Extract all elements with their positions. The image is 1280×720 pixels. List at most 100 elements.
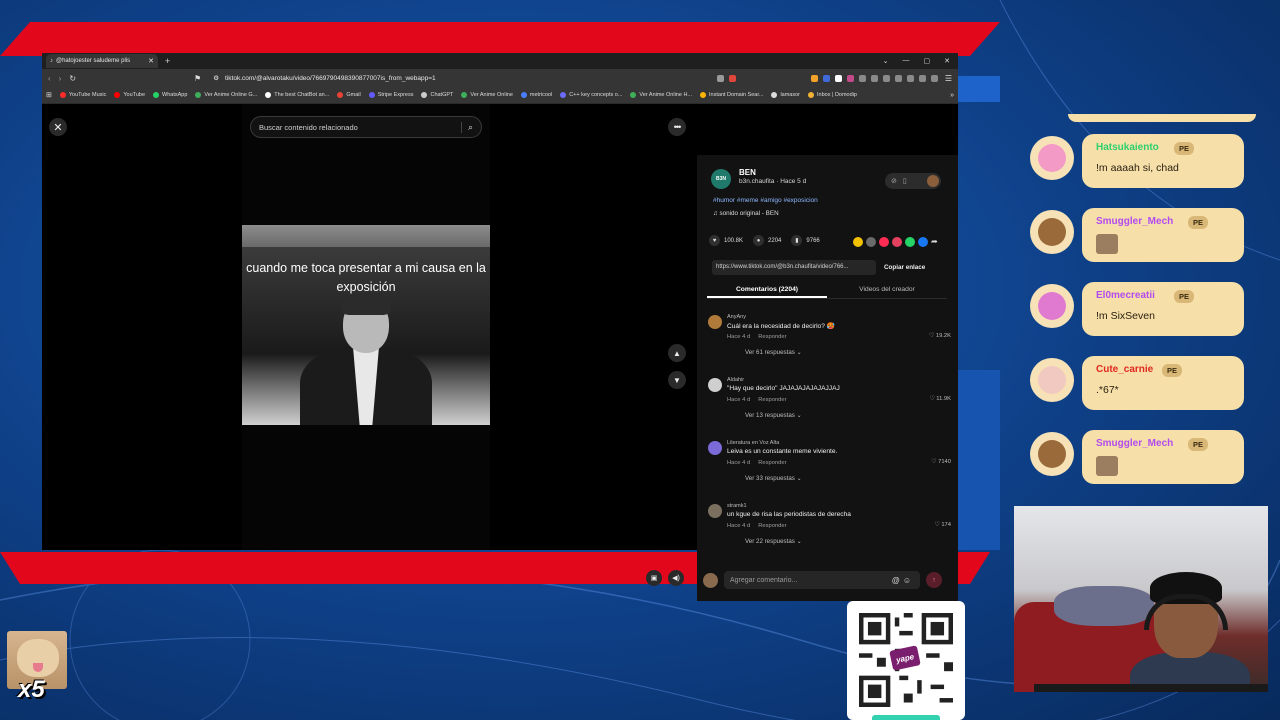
commenter-avatar[interactable] (708, 441, 722, 455)
bookmark-item[interactable]: YouTube (114, 92, 145, 98)
tab-comments[interactable]: Comentarios (2204) (707, 281, 827, 298)
reply-button[interactable]: Responder (758, 397, 786, 403)
bookmark-item[interactable]: lamasor (771, 92, 800, 98)
bookmark-item[interactable]: C++ key concepts o... (560, 92, 622, 98)
browser-tab[interactable]: ♪ @hatojoester saludeme plis ✕ (46, 54, 158, 68)
bookmark-item[interactable]: WhatsApp (153, 92, 187, 98)
send-icon[interactable] (879, 237, 889, 247)
commenter-name[interactable]: Literatura en Voz Alta (727, 440, 779, 446)
more-bookmarks-icon[interactable]: » (950, 92, 954, 99)
whatsapp-icon[interactable] (905, 237, 915, 247)
comment-like-button[interactable]: ♡ 19.2K (929, 333, 951, 339)
author-name[interactable]: BEN (739, 168, 756, 177)
mention-emoji-icon[interactable]: @☺ (892, 576, 914, 585)
extension-icon[interactable] (822, 74, 830, 82)
save-button[interactable]: ▮ 9766 (791, 235, 820, 246)
extension-icon[interactable] (810, 74, 818, 82)
tab-list-icon[interactable]: ⌄ (883, 57, 889, 65)
volume-button[interactable]: ◀) (668, 570, 684, 586)
view-replies-button[interactable]: Ver 13 respuestas ⌄ (745, 412, 802, 419)
url-field[interactable]: ⚙ tiktok.com/@alvarotaku/video/766979049… (213, 74, 435, 83)
comment-input[interactable]: Agregar comentario... @☺ (724, 571, 920, 589)
bookmark-item[interactable]: Instant Domain Sear... (700, 92, 763, 98)
comment-like-button[interactable]: ♡ 11.9K (929, 396, 951, 402)
like-button[interactable]: ♥ 100.8K (709, 235, 743, 246)
next-video-button[interactable]: ▼ (668, 371, 686, 389)
menu-icon[interactable]: ☰ (945, 74, 952, 83)
copy-link-button[interactable]: Copiar enlace (884, 264, 925, 271)
commenter-avatar[interactable] (708, 315, 722, 329)
extension-icon[interactable] (728, 74, 736, 82)
bookmark-item[interactable]: Ver Anime Online (461, 92, 513, 98)
bookmark-item[interactable]: Inbox | Domodip (808, 92, 857, 98)
apps-icon[interactable]: ⊞ (46, 91, 52, 99)
extension-icon[interactable] (930, 74, 938, 82)
extension-icon[interactable] (882, 74, 890, 82)
author-avatar[interactable]: B3N (711, 169, 731, 189)
forward-icon[interactable]: › (59, 74, 62, 83)
bookmark-item[interactable]: ChatGPT (421, 92, 453, 98)
maximize-icon[interactable]: ▢ (924, 57, 931, 65)
comment-button[interactable]: ● 2204 (753, 235, 781, 246)
extension-icon[interactable] (870, 74, 878, 82)
yape-qr-card: yape (847, 601, 965, 720)
close-tab-icon[interactable]: ✕ (148, 57, 154, 65)
block-icon[interactable]: ⊘ (891, 177, 897, 185)
extension-icon[interactable] (846, 74, 854, 82)
reload-icon[interactable]: ↻ (69, 74, 76, 83)
previous-video-button[interactable]: ▲ (668, 344, 686, 362)
commenter-name[interactable]: stramk1 (727, 503, 747, 509)
extension-icon[interactable] (918, 74, 926, 82)
close-video-button[interactable]: ✕ (49, 118, 67, 136)
post-comment-button[interactable]: ↑ (926, 572, 942, 588)
view-replies-button[interactable]: Ver 61 respuestas ⌄ (745, 349, 802, 356)
view-replies-button[interactable]: Ver 33 respuestas ⌄ (745, 475, 802, 482)
comment-like-button[interactable]: ♡ 7140 (931, 459, 951, 465)
share-friends-icon[interactable] (853, 237, 863, 247)
video-player[interactable]: cuando me toca presentar a mi causa en l… (242, 104, 490, 550)
commenter-avatar[interactable] (708, 504, 722, 518)
commenter-name[interactable]: AnyAny (727, 314, 746, 320)
instagram-icon[interactable] (892, 237, 902, 247)
extension-icon[interactable] (858, 74, 866, 82)
bookmark-item[interactable]: Ver Anime Online H... (630, 92, 692, 98)
follow-controls[interactable]: ⊘ ▯ (885, 173, 941, 189)
back-icon[interactable]: ‹ (48, 74, 51, 83)
hashtags[interactable]: #humor #meme #amigo #exposicion (713, 197, 818, 204)
tab-creator-videos[interactable]: Videos del creador (827, 281, 947, 298)
new-tab-button[interactable]: + (165, 56, 170, 66)
bookmark-item[interactable]: YouTube Music (59, 92, 106, 98)
commenter-avatar[interactable] (708, 378, 722, 392)
bookmark-item[interactable]: Stripe Express (368, 92, 413, 98)
extension-icon[interactable] (894, 74, 902, 82)
minimize-icon[interactable]: — (903, 57, 910, 65)
video-link-field[interactable]: https://www.tiktok.com/@b3n.chaufita/vid… (712, 259, 876, 275)
sound-link[interactable]: ♫ sonido original - BEN (713, 210, 779, 217)
share-arrow-icon[interactable]: ➦ (931, 237, 941, 247)
comment-like-button[interactable]: ♡ 174 (935, 522, 951, 528)
extension-icon[interactable] (834, 74, 842, 82)
bookmark-icon[interactable]: ⚑ (194, 74, 201, 83)
reply-button[interactable]: Responder (758, 523, 786, 529)
bookmark-item[interactable]: Ver Anime Online G... (195, 92, 257, 98)
user-avatar[interactable] (927, 175, 939, 187)
more-options-button[interactable]: ••• (668, 118, 686, 136)
reply-button[interactable]: Responder (758, 334, 786, 340)
extension-icon[interactable] (716, 74, 724, 82)
facebook-icon[interactable] (918, 237, 928, 247)
embed-icon[interactable] (866, 237, 876, 247)
bookmark-item[interactable]: metricool (520, 92, 552, 98)
reply-button[interactable]: Responder (758, 460, 786, 466)
bookmark-item[interactable]: Gmail (337, 92, 361, 98)
site-info-icon[interactable]: ⚙ (213, 74, 219, 82)
extension-icon[interactable] (906, 74, 914, 82)
view-replies-button[interactable]: Ver 22 respuestas ⌄ (745, 538, 802, 545)
device-icon[interactable]: ▯ (903, 177, 907, 185)
pip-button[interactable]: ▣ (646, 570, 662, 586)
close-window-icon[interactable]: ✕ (944, 57, 950, 65)
commenter-name[interactable]: Aldahir (727, 377, 744, 383)
related-search-input[interactable]: Buscar contenido relacionado ⌕ (250, 116, 482, 138)
search-icon[interactable]: ⌕ (460, 121, 473, 133)
details-panel: B3N BEN b3n.chaufita · Hace 5 d ⊘ ▯ #hum… (697, 155, 958, 601)
bookmark-item[interactable]: The best ChatBot an... (265, 92, 329, 98)
